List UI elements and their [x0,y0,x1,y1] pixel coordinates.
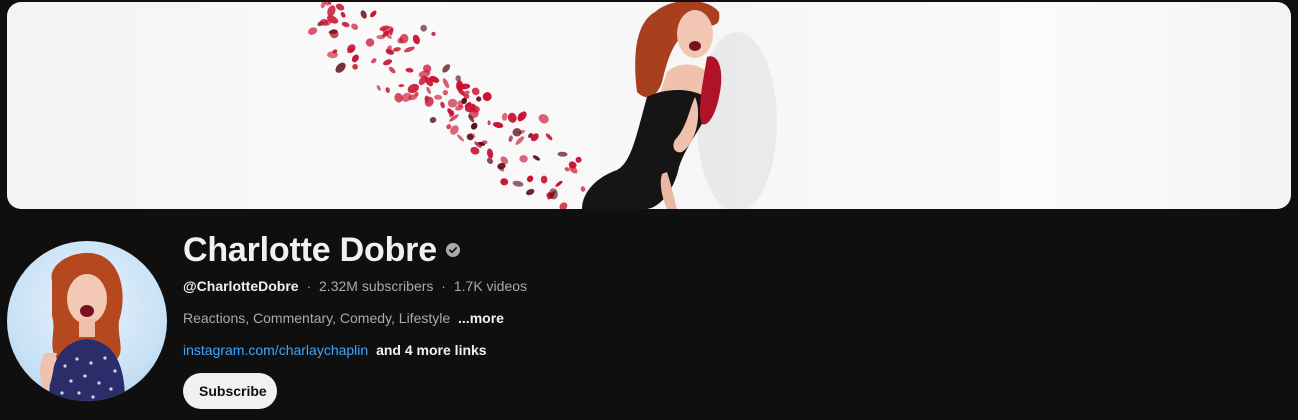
more-links-button[interactable]: and 4 more links [376,342,486,358]
channel-banner [7,2,1291,209]
channel-meta: @CharlotteDobre · 2.32M subscribers · 1.… [183,278,527,294]
meta-separator: · [441,278,446,294]
description-text: Reactions, Commentary, Comedy, Lifestyle [183,310,451,326]
channel-handle: @CharlotteDobre [183,278,299,294]
subscribe-button[interactable]: Subscribe [183,373,277,409]
more-description-button[interactable]: ...more [458,310,504,326]
channel-info: Charlotte Dobre @CharlotteDobre · 2.32M … [183,228,527,409]
channel-avatar[interactable] [7,241,167,401]
channel-name-row: Charlotte Dobre [183,228,460,272]
avatar-image [39,252,125,401]
channel-name[interactable]: Charlotte Dobre [183,231,437,270]
subscriber-count: 2.32M subscribers [319,278,434,294]
video-count: 1.7K videos [453,278,528,294]
channel-description[interactable]: Reactions, Commentary, Comedy, Lifestyle… [183,310,504,326]
channel-links: instagram.com/charlaychaplin and 4 more … [183,342,487,358]
verified-check-icon [445,243,460,257]
instagram-link[interactable]: instagram.com/charlaychaplin [183,342,368,358]
banner-image [307,2,777,209]
meta-separator: · [306,278,312,294]
